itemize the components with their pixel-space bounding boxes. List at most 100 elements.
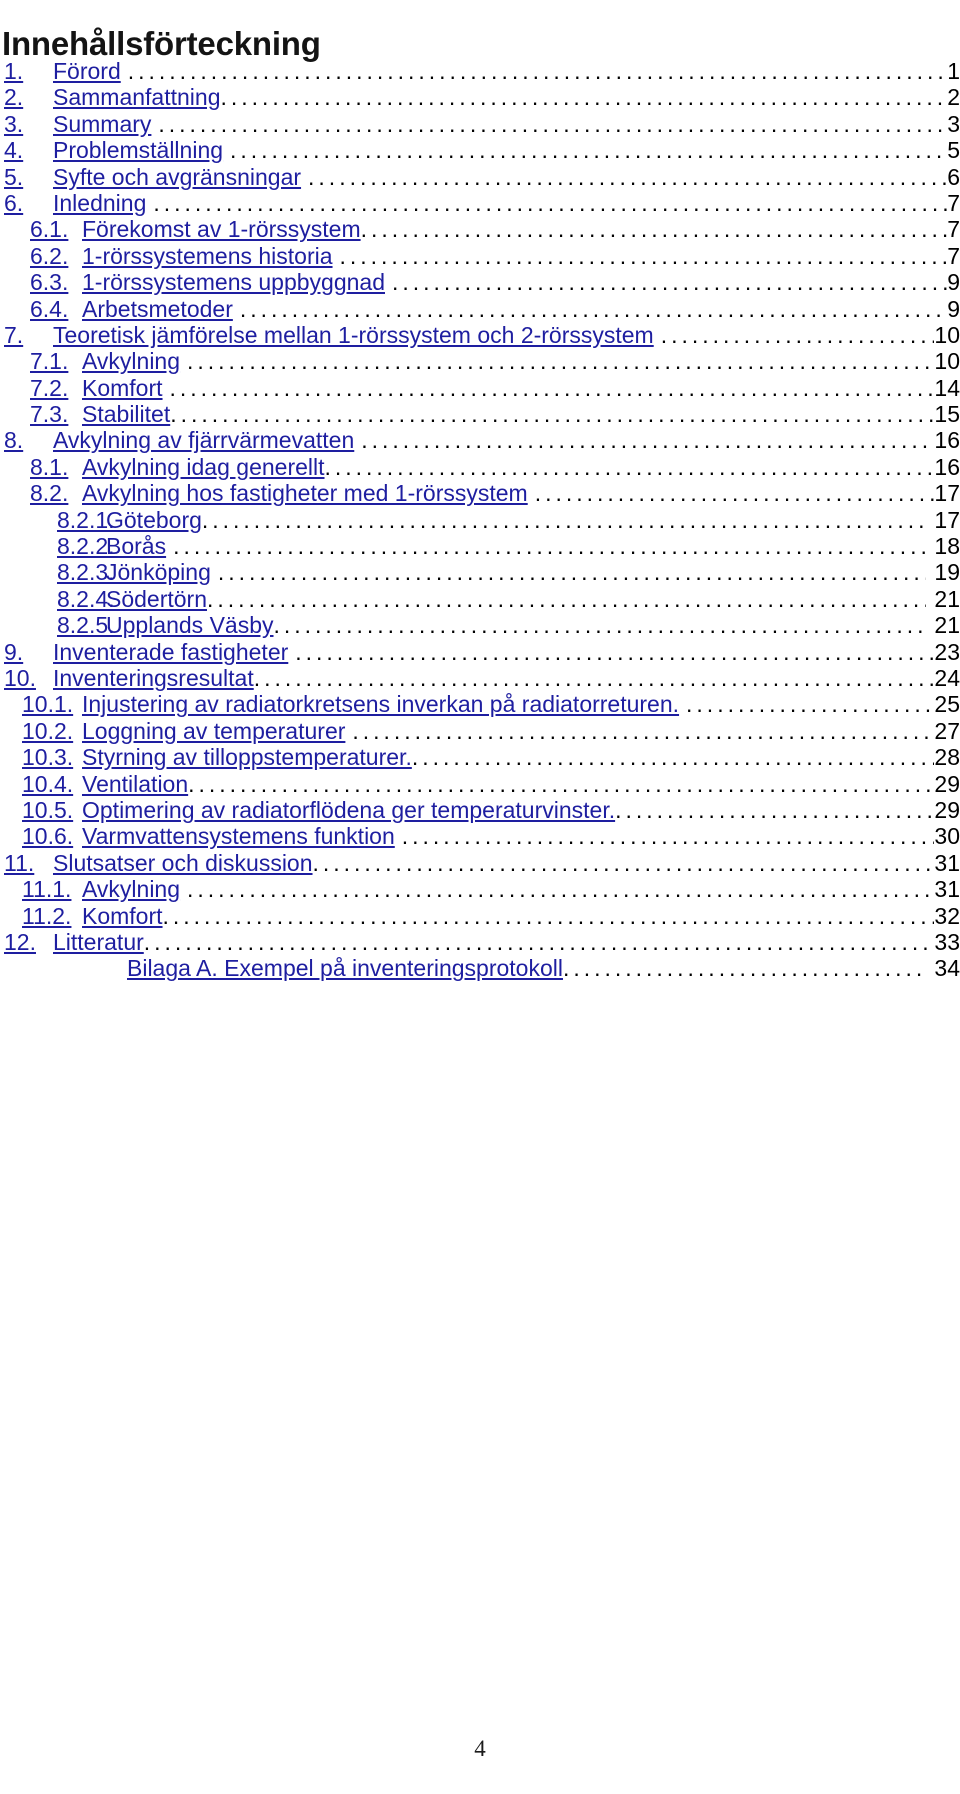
toc-entry-label[interactable]: Injustering av radiatorkretsens inverkan… bbox=[82, 691, 679, 717]
toc-entry-number: 8.2.3. bbox=[57, 559, 115, 586]
toc-leader-dots bbox=[352, 718, 934, 744]
toc-entry-number: 7.2. bbox=[30, 374, 69, 401]
toc-entry[interactable]: 8.2.3.Jönköping 19 bbox=[0, 559, 960, 585]
toc-entry-label[interactable]: Förord bbox=[53, 58, 121, 84]
toc-entry[interactable]: 10.6. Varmvattensystemens funktion 30 bbox=[0, 823, 960, 849]
toc-entry-page-number: 7 bbox=[947, 189, 960, 216]
toc-entry[interactable]: 10.1. Injustering av radiatorkretsens inv… bbox=[0, 691, 960, 717]
toc-entry[interactable]: 11.1. Avkylning 31 bbox=[0, 876, 960, 902]
toc-entry-label[interactable]: Göteborg bbox=[106, 507, 202, 533]
toc-entry[interactable]: 7.3. Stabilitet 15 bbox=[0, 401, 960, 427]
toc-entry-label[interactable]: Komfort bbox=[82, 903, 163, 929]
toc-entry-number: 10.4. bbox=[22, 770, 74, 797]
toc-leader-dots bbox=[202, 507, 927, 533]
toc-entry-label[interactable]: Litteratur bbox=[53, 929, 144, 955]
toc-entry-page-number: 28 bbox=[934, 744, 960, 771]
toc-entry[interactable]: 8.2. Avkylning hos fastigheter med 1-rörs… bbox=[0, 480, 960, 506]
toc-entry[interactable]: 4. Problemställning 5 bbox=[0, 137, 960, 163]
toc-entry[interactable]: 6.2. 1-rörssystemens historia 7 bbox=[0, 243, 960, 269]
toc-entry[interactable]: 10.5. Optimering av radiatorflödena ger t… bbox=[0, 797, 960, 823]
toc-entry-page-number: 31 bbox=[934, 876, 960, 903]
toc-entry[interactable]: 8.2.4.Södertörn 21 bbox=[0, 586, 960, 612]
toc-leader-dots bbox=[187, 876, 934, 902]
toc-entry-label[interactable]: Slutsatser och diskussion bbox=[53, 850, 313, 876]
toc-entry-label[interactable]: Styrning av tilloppstemperaturer. bbox=[82, 744, 412, 770]
table-of-contents: 1.Förord12.Sammanfattning23.Summary34.Pr… bbox=[0, 58, 960, 982]
toc-entry-label[interactable]: Problemställning bbox=[53, 137, 223, 163]
toc-entry-label[interactable]: Summary bbox=[53, 111, 151, 137]
toc-entry-label[interactable]: Optimering av radiatorflödena ger temper… bbox=[82, 797, 615, 823]
toc-entry[interactable]: 10. Inventeringsresultat 24 bbox=[0, 665, 960, 691]
toc-entry-label[interactable]: Inventeringsresultat bbox=[53, 665, 254, 691]
toc-entry[interactable]: 5. Syfte och avgränsningar 6 bbox=[0, 164, 960, 190]
toc-entry-number: 2. bbox=[4, 84, 24, 111]
toc-entry-page-number: 34 bbox=[934, 955, 960, 982]
toc-entry-label[interactable]: Sammanfattning bbox=[53, 84, 220, 110]
toc-entry[interactable]: 8.2.5.Upplands Väsby 21 bbox=[0, 612, 960, 638]
toc-entry[interactable]: Bilaga A. Exempel på inventeringsprotoko… bbox=[0, 955, 960, 981]
toc-entry-label[interactable]: Avkylning hos fastigheter med 1-rörssyst… bbox=[82, 480, 528, 506]
toc-entry-label[interactable]: Avkylning bbox=[82, 876, 180, 902]
toc-entry-number: 4. bbox=[4, 137, 24, 164]
toc-entry-number: 8.2.4. bbox=[57, 585, 115, 612]
toc-entry-page-number: 25 bbox=[934, 691, 960, 718]
toc-entry-label[interactable]: 1-rörssystemens historia bbox=[82, 243, 333, 269]
toc-entry-label[interactable]: Södertörn bbox=[106, 586, 207, 612]
toc-entry-page-number: 27 bbox=[934, 717, 960, 744]
toc-entry-number: 9. bbox=[4, 638, 24, 665]
toc-entry[interactable]: 8.1. Avkylning idag generellt 16 bbox=[0, 454, 960, 480]
toc-entry[interactable]: 7. Teoretisk jämförelse mellan 1-rörssyst… bbox=[0, 322, 960, 348]
toc-entry-label[interactable]: Inledning bbox=[53, 190, 146, 216]
toc-entry-number: 6.3. bbox=[30, 269, 69, 296]
toc-entry[interactable]: 11.2. Komfort 32 bbox=[0, 903, 960, 929]
toc-entry[interactable]: 10.2. Loggning av temperaturer 27 bbox=[0, 718, 960, 744]
toc-entry-label[interactable]: Förekomst av 1-rörssystem bbox=[82, 216, 361, 242]
toc-entry[interactable]: 10.3. Styrning av tilloppstemperaturer. 28 bbox=[0, 744, 960, 770]
toc-entry[interactable]: 1. Förord 1 bbox=[0, 58, 960, 84]
toc-entry[interactable]: 6.1. Förekomst av 1-rörssystem 7 bbox=[0, 216, 960, 242]
toc-entry-label[interactable]: Avkylning idag generellt bbox=[82, 454, 325, 480]
toc-entry[interactable]: 7.2. Komfort 14 bbox=[0, 375, 960, 401]
toc-leader-dots bbox=[615, 797, 934, 823]
toc-entry-label[interactable]: Stabilitet bbox=[82, 401, 170, 427]
toc-entry[interactable]: 10.4. Ventilation 29 bbox=[0, 771, 960, 797]
toc-leader-dots bbox=[686, 691, 934, 717]
toc-entry-number: 10.3. bbox=[22, 744, 74, 771]
toc-entry-label[interactable]: Teoretisk jämförelse mellan 1-rörssystem… bbox=[53, 322, 654, 348]
toc-entry[interactable]: 2. Sammanfattning 2 bbox=[0, 84, 960, 110]
toc-entry[interactable]: 11. Slutsatser och diskussion 31 bbox=[0, 850, 960, 876]
toc-entry[interactable]: 8.2.2.Borås 18 bbox=[0, 533, 960, 559]
toc-entry[interactable]: 3. Summary 3 bbox=[0, 111, 960, 137]
toc-entry-label[interactable]: 1-rörssystemens uppbyggnad bbox=[82, 269, 385, 295]
toc-entry-label[interactable]: Ventilation bbox=[82, 771, 188, 797]
toc-entry-label[interactable]: Varmvattensystemens funktion bbox=[82, 823, 395, 849]
toc-entry[interactable]: 7.1. Avkylning 10 bbox=[0, 348, 960, 374]
toc-entry-label[interactable]: Avkylning av fjärrvärmevatten bbox=[53, 427, 354, 453]
toc-entry-label[interactable]: Bilaga A. Exempel på inventeringsprotoko… bbox=[127, 955, 563, 981]
toc-entry-page-number: 33 bbox=[934, 928, 960, 955]
toc-leader-dots bbox=[188, 771, 934, 797]
toc-entry-label[interactable]: Borås bbox=[106, 533, 166, 559]
toc-entry-label[interactable]: Arbetsmetoder bbox=[82, 296, 233, 322]
footer-page-number: 4 bbox=[474, 1736, 486, 1761]
toc-entry-page-number: 5 bbox=[947, 137, 960, 164]
toc-entry-number: 5. bbox=[4, 163, 24, 190]
toc-entry-label[interactable]: Syfte och avgränsningar bbox=[53, 164, 301, 190]
toc-entry[interactable]: 8.2.1.Göteborg 17 bbox=[0, 507, 960, 533]
toc-entry[interactable]: 12. Litteratur 33 bbox=[0, 929, 960, 955]
toc-entry-label[interactable]: Avkylning bbox=[82, 348, 180, 374]
toc-entry-label[interactable]: Inventerade fastigheter bbox=[53, 639, 288, 665]
toc-entry[interactable]: 6.4. Arbetsmetoder 9 bbox=[0, 296, 960, 322]
toc-entry[interactable]: 6.3. 1-rörssystemens uppbyggnad 9 bbox=[0, 269, 960, 295]
toc-entry-page-number: 9 bbox=[947, 269, 960, 296]
toc-entry-label[interactable]: Upplands Väsby bbox=[106, 612, 274, 638]
toc-entry[interactable]: 8. Avkylning av fjärrvärmevatten 16 bbox=[0, 427, 960, 453]
toc-entry-label[interactable]: Loggning av temperaturer bbox=[82, 718, 345, 744]
toc-entry-number: 6.4. bbox=[30, 295, 69, 322]
toc-entry-number: 3. bbox=[4, 110, 24, 137]
toc-entry-label[interactable]: Jönköping bbox=[106, 559, 211, 585]
toc-entry-label[interactable]: Komfort bbox=[82, 375, 163, 401]
toc-entry[interactable]: 6. Inledning 7 bbox=[0, 190, 960, 216]
toc-entry[interactable]: 9. Inventerade fastigheter 23 bbox=[0, 639, 960, 665]
toc-entry-number: 10.5. bbox=[22, 796, 74, 823]
